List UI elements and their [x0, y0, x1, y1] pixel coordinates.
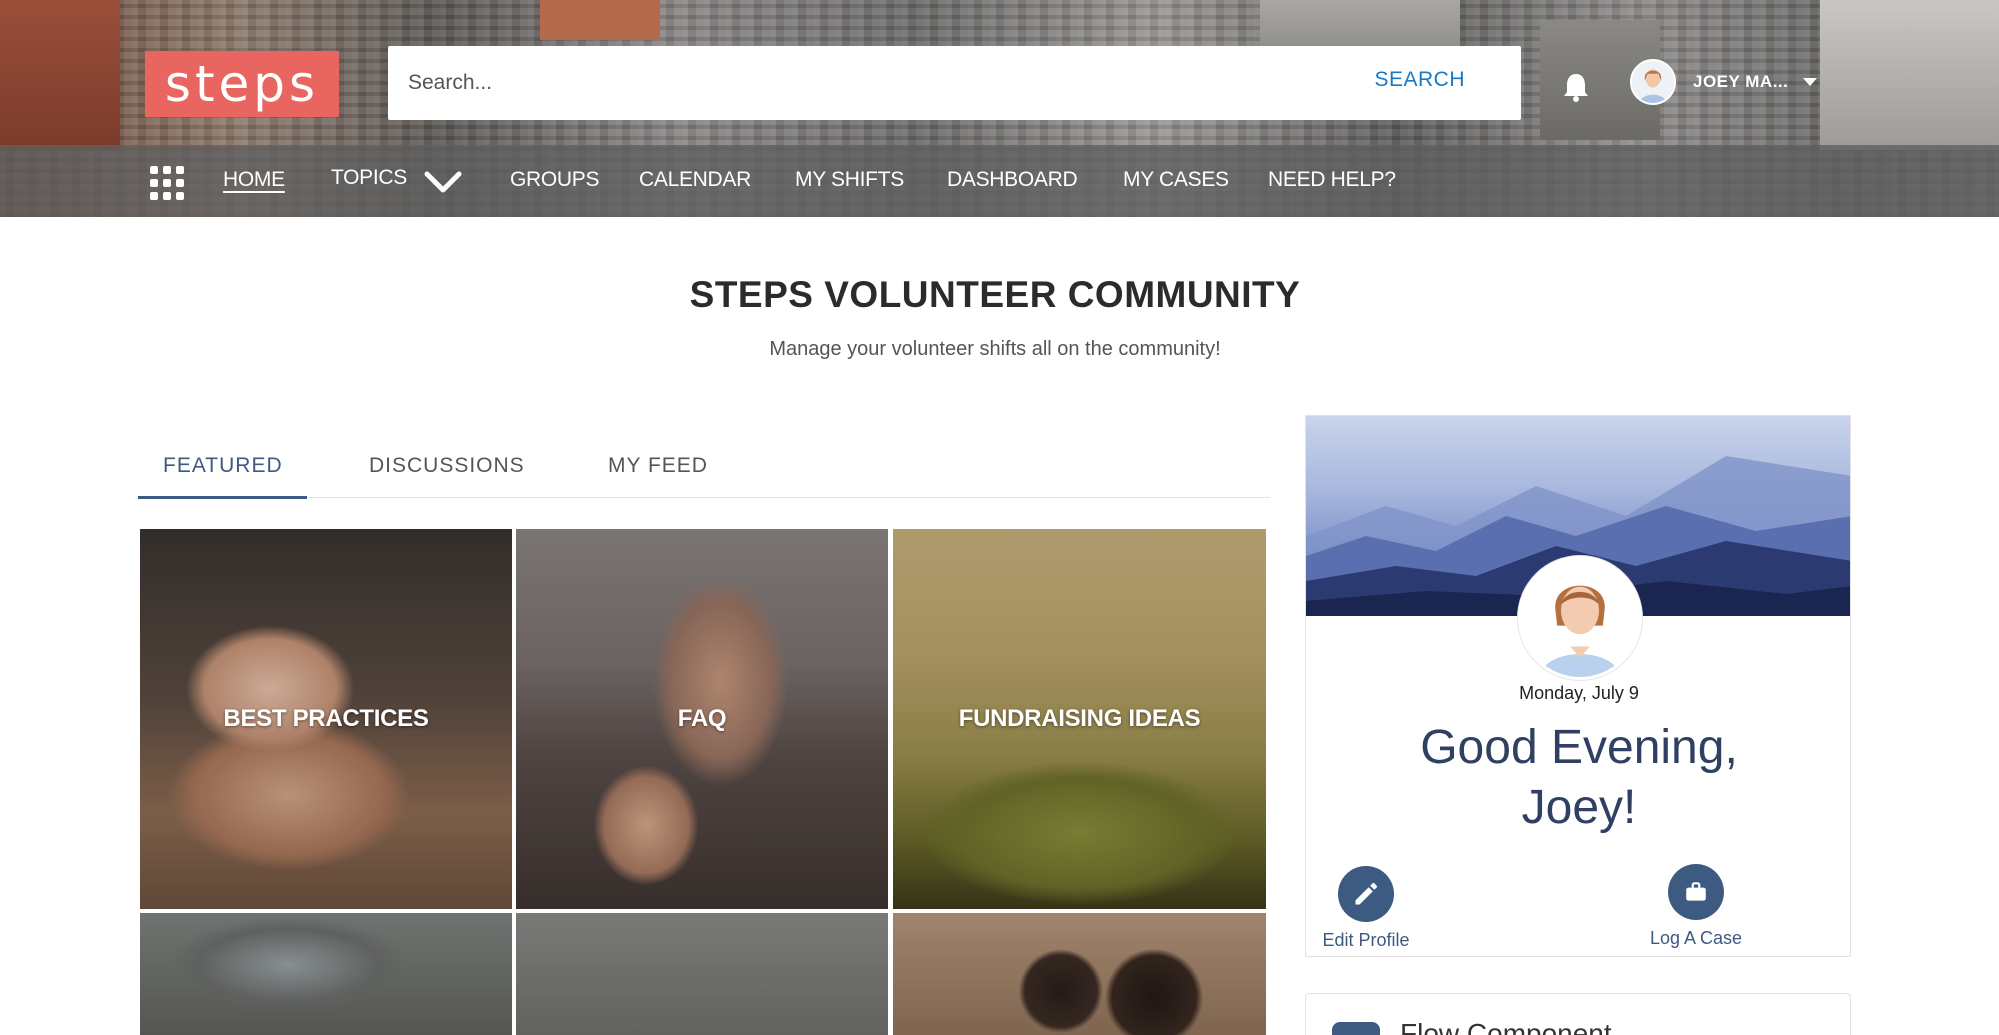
nav-item-home[interactable]: HOME [223, 168, 285, 192]
edit-profile-button[interactable]: Edit Profile [1306, 866, 1426, 951]
caret-down-icon[interactable] [1803, 78, 1817, 86]
profile-avatar[interactable] [1518, 556, 1642, 680]
avatar-icon [1521, 559, 1639, 677]
nav-item-my-shifts[interactable]: MY SHIFTS [795, 168, 904, 192]
topic-tile[interactable] [140, 913, 512, 1035]
city-building-decoration [1820, 0, 1999, 150]
profile-card: Monday, July 9 Good Evening, Joey! Edit … [1305, 415, 1851, 957]
greeting-text: Good Evening, Joey! [1306, 718, 1850, 838]
tab-featured[interactable]: FEATURED [163, 454, 283, 478]
current-date: Monday, July 9 [1519, 683, 1639, 703]
topic-tile[interactable] [516, 913, 888, 1035]
page-subtitle: Manage your volunteer shifts all on the … [769, 338, 1221, 360]
avatar-icon [1632, 61, 1674, 103]
search-button[interactable]: SEARCH [1374, 68, 1465, 92]
steps-logo[interactable]: steps [145, 51, 339, 117]
topic-tile[interactable] [893, 913, 1266, 1035]
greeting-line: Good Evening, [1420, 721, 1738, 774]
log-a-case-label: Log A Case [1649, 928, 1743, 948]
pencil-icon [1338, 866, 1394, 922]
user-name[interactable]: JOEY MA... [1693, 72, 1788, 92]
feed-tabs: FEATURED DISCUSSIONS MY FEED [138, 440, 1270, 499]
flow-icon [1332, 1022, 1380, 1035]
nav-item-need-help[interactable]: NEED HELP? [1268, 168, 1396, 192]
tab-my-feed[interactable]: MY FEED [608, 454, 708, 478]
logo-text: steps [164, 55, 320, 113]
user-avatar[interactable] [1630, 59, 1676, 105]
city-building-decoration [0, 0, 120, 150]
nav-item-topics[interactable]: TOPICS [331, 166, 407, 190]
topic-tile-label: FUNDRAISING IDEAS [958, 705, 1201, 732]
nav-item-calendar[interactable]: CALENDAR [639, 168, 751, 192]
topic-tile-best-practices[interactable]: BEST PRACTICES [140, 529, 512, 909]
briefcase-icon [1668, 864, 1724, 920]
nav-item-my-cases[interactable]: MY CASES [1123, 168, 1229, 192]
flow-component-card: Flow Component [1305, 993, 1851, 1035]
log-a-case-button[interactable]: Log A Case [1636, 864, 1756, 949]
page-title: STEPS VOLUNTEER COMMUNITY [689, 274, 1301, 315]
nav-item-dashboard[interactable]: DASHBOARD [947, 168, 1078, 192]
nav-item-groups[interactable]: GROUPS [510, 168, 600, 192]
active-tab-indicator [138, 496, 307, 499]
topic-tile-faq[interactable]: FAQ [516, 529, 888, 909]
search-input[interactable] [408, 71, 1308, 95]
greeting-name: Joey! [1521, 781, 1637, 834]
city-building-decoration [540, 0, 660, 40]
topic-tile-label: BEST PRACTICES [223, 705, 429, 732]
tab-discussions[interactable]: DISCUSSIONS [369, 454, 525, 478]
chevron-down-icon[interactable] [423, 168, 463, 198]
topic-tile-fundraising-ideas[interactable]: FUNDRAISING IDEAS [893, 529, 1266, 909]
edit-profile-label: Edit Profile [1322, 930, 1410, 950]
app-launcher-icon[interactable] [150, 166, 184, 200]
search-bar: SEARCH [388, 46, 1521, 120]
flow-title: Flow Component [1400, 1018, 1612, 1035]
topic-tile-label: FAQ [677, 705, 727, 732]
bell-icon[interactable] [1562, 72, 1590, 102]
header-banner: steps SEARCH JOEY MA... HOME TOPICS GROU… [0, 0, 1999, 217]
